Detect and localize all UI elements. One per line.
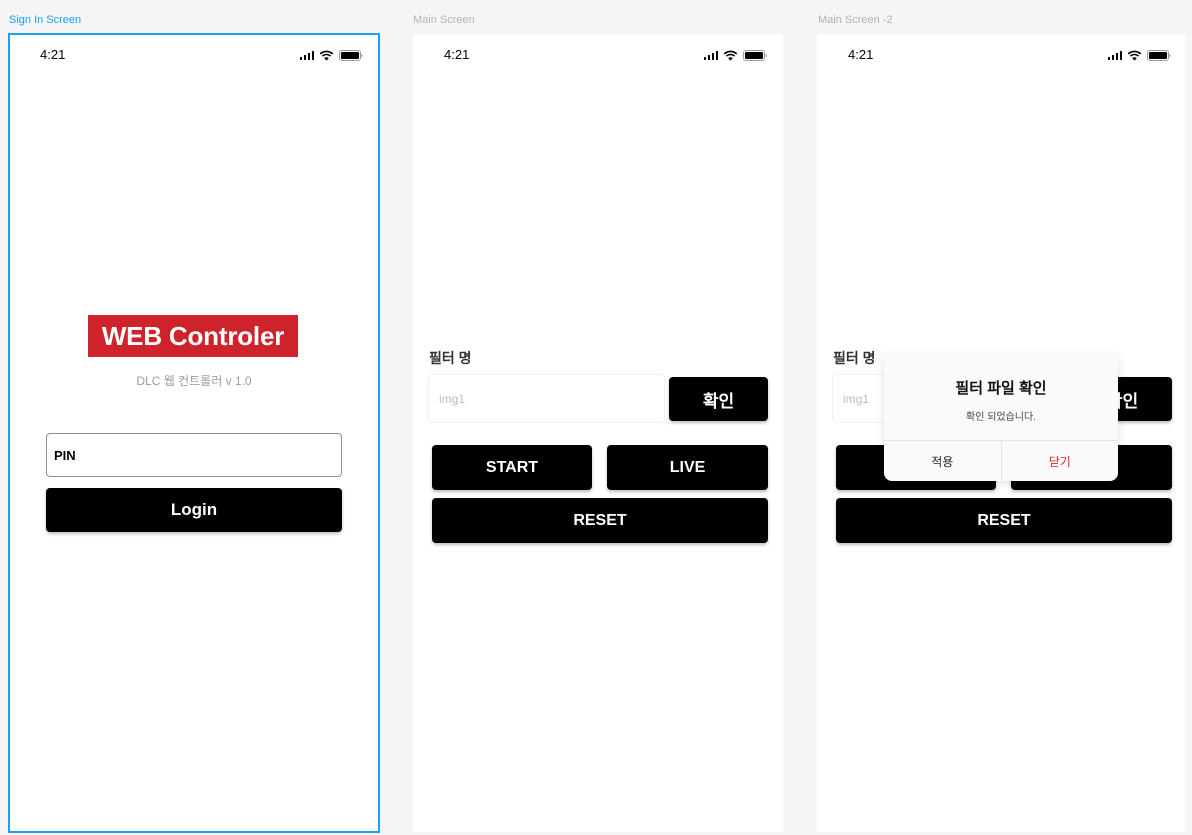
pin-input[interactable]: [46, 433, 342, 477]
dialog-actions: 적용 닫기: [884, 440, 1118, 481]
main-screen-2[interactable]: 4:21 필터 명 확인 START LIVE RESET 필터 파일 확인 확…: [817, 34, 1185, 832]
filter-name-input[interactable]: [428, 374, 665, 423]
frame-label-main[interactable]: Main Screen: [413, 14, 475, 26]
reset-button[interactable]: RESET: [432, 498, 768, 543]
sign-in-screen[interactable]: 4:21 WEB Controler DLC 웹 컨트롤러 v 1.0 Logi…: [8, 33, 380, 833]
reset-button[interactable]: RESET: [836, 498, 1172, 543]
battery-icon: [339, 49, 363, 61]
filter-name-label: 필터 명: [429, 350, 472, 366]
filter-name-label: 필터 명: [833, 350, 876, 366]
app-subtitle: DLC 웹 컨트롤러 v 1.0: [136, 374, 252, 388]
status-bar: 4:21: [817, 34, 1185, 74]
start-button[interactable]: START: [432, 445, 592, 490]
status-bar: 4:21: [9, 34, 379, 74]
login-button[interactable]: Login: [46, 488, 342, 532]
live-button[interactable]: LIVE: [607, 445, 768, 490]
confirm-button[interactable]: 확인: [669, 377, 768, 421]
apply-button[interactable]: 적용: [884, 441, 1002, 481]
wifi-icon: [1127, 50, 1142, 61]
signal-icon: [1107, 50, 1122, 60]
design-canvas: Sign In Screen Main Screen Main Screen -…: [0, 0, 1192, 835]
frame-label-main-2[interactable]: Main Screen -2: [818, 14, 893, 26]
signal-icon: [703, 50, 718, 60]
battery-icon: [1147, 49, 1171, 61]
status-time: 4:21: [444, 47, 470, 62]
signal-icon: [299, 50, 314, 60]
status-bar: 4:21: [413, 34, 783, 74]
frame-label-signin[interactable]: Sign In Screen: [9, 14, 81, 26]
status-time: 4:21: [40, 47, 66, 62]
battery-icon: [743, 49, 767, 61]
wifi-icon: [723, 50, 738, 61]
status-time: 4:21: [848, 47, 874, 62]
filter-confirm-dialog: 필터 파일 확인 확인 되었습니다. 적용 닫기: [884, 353, 1118, 481]
status-icons: [299, 49, 364, 61]
close-button[interactable]: 닫기: [1002, 441, 1119, 481]
status-icons: [1107, 49, 1172, 61]
main-screen[interactable]: 4:21 필터 명 확인 START LIVE RESET: [413, 34, 783, 832]
brand-logo: WEB Controler: [88, 315, 298, 357]
dialog-title: 필터 파일 확인: [955, 380, 1047, 397]
wifi-icon: [319, 50, 334, 61]
dialog-message: 확인 되었습니다.: [966, 412, 1036, 423]
status-icons: [703, 49, 768, 61]
